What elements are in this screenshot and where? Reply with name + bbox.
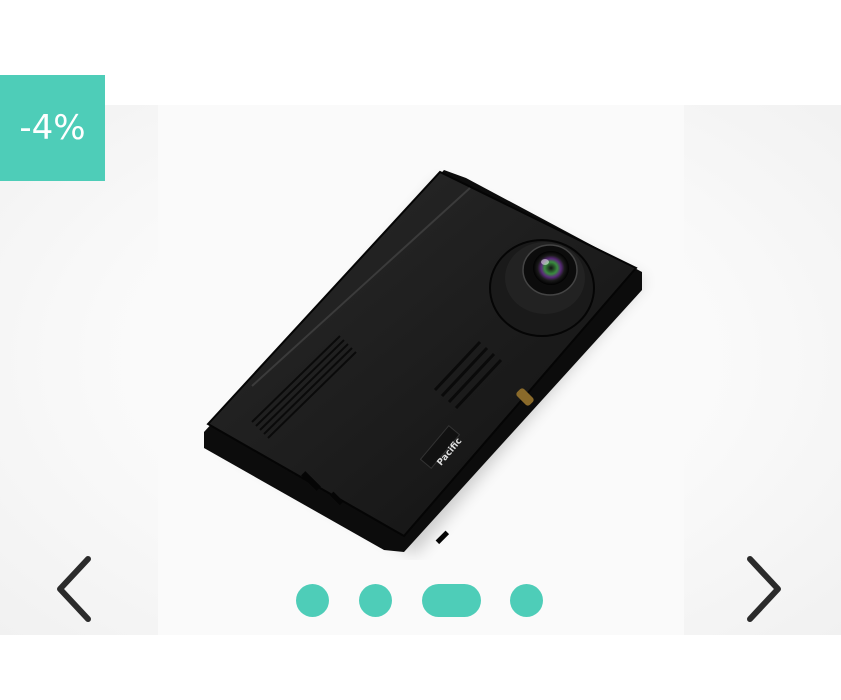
carousel-dot-1[interactable] [296, 583, 329, 617]
discount-label: -4% [19, 108, 86, 148]
product-gallery-page: -4% Pacific [0, 0, 841, 700]
carousel-dot-3-active[interactable] [422, 583, 481, 617]
cut-off-heading [318, 0, 518, 4]
chevron-left-icon [57, 556, 91, 622]
discount-badge: -4% [0, 75, 105, 181]
carousel-pagination [296, 583, 543, 617]
next-image-button[interactable] [742, 553, 786, 625]
chevron-right-icon [747, 556, 781, 622]
previous-image-button[interactable] [52, 553, 96, 625]
dashcam-product-image: Pacific [204, 170, 645, 555]
carousel-dot-4[interactable] [510, 583, 543, 617]
carousel-dot-2[interactable] [359, 583, 392, 617]
